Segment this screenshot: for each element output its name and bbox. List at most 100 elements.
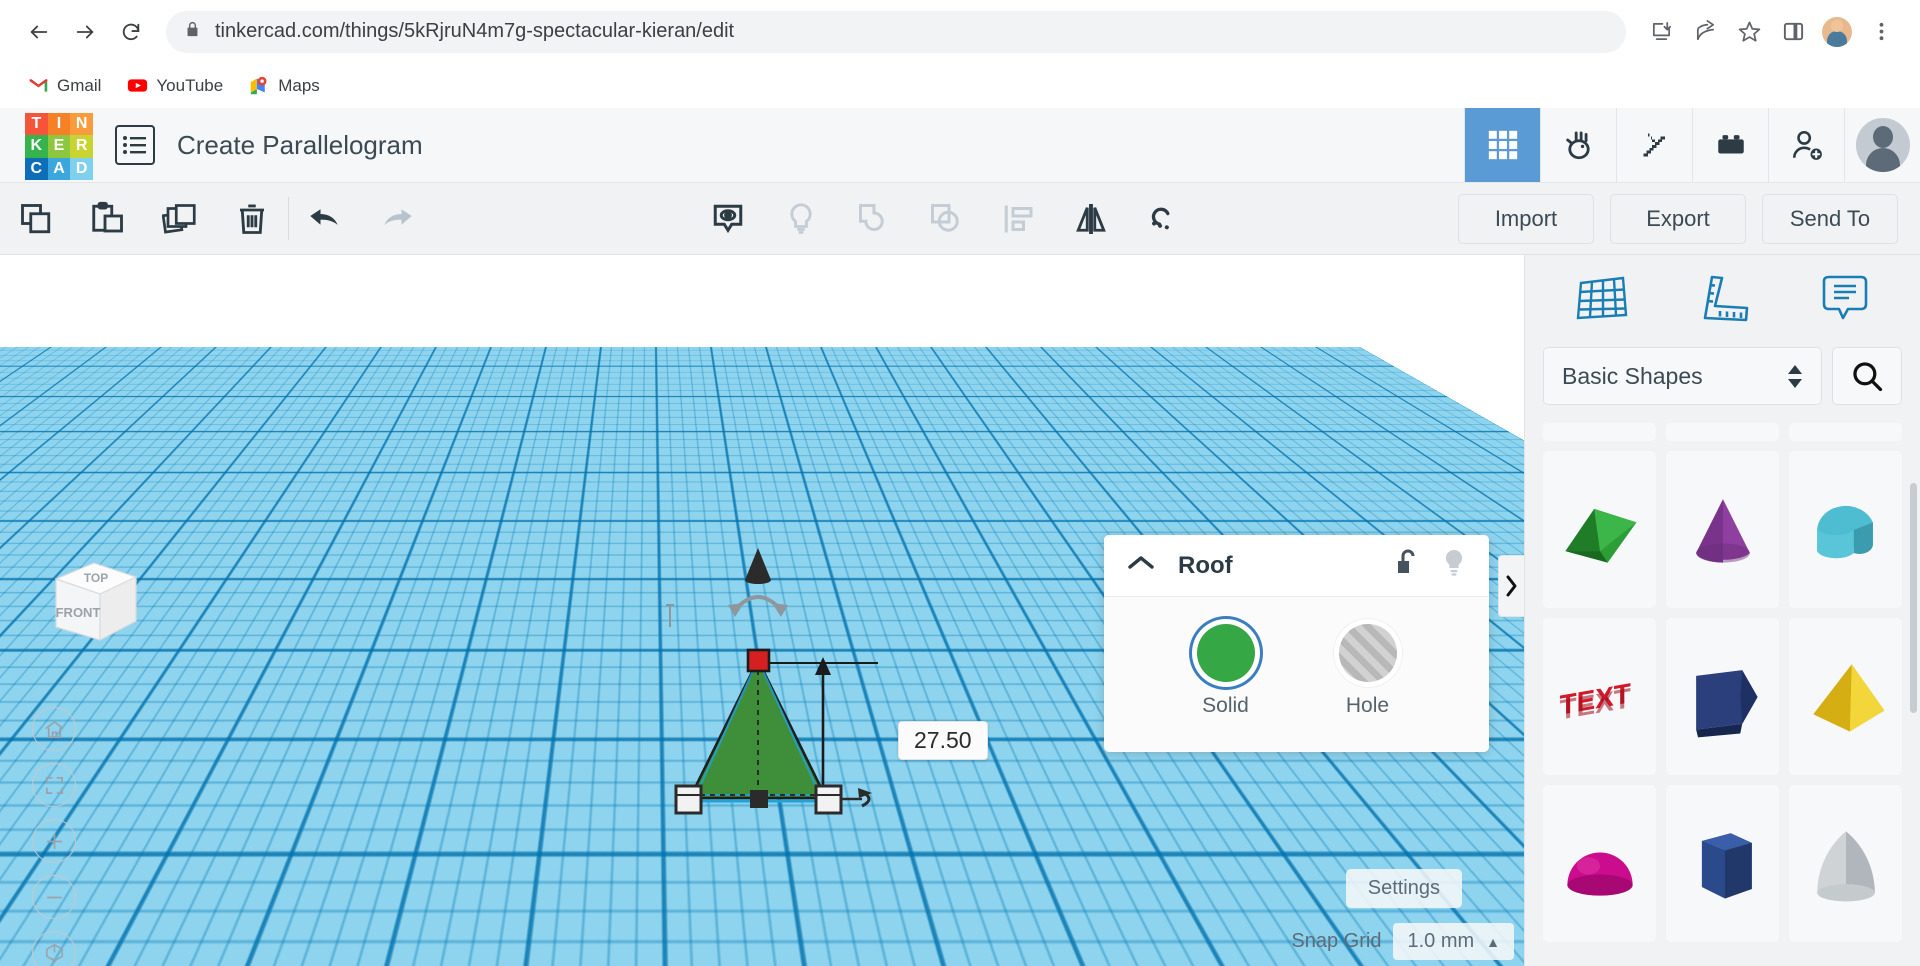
bookmark-maps[interactable]: Maps (239, 70, 330, 101)
lightbulb-note-icon (765, 183, 837, 254)
profile-avatar-icon[interactable] (1816, 11, 1858, 53)
shape-item-pyramid[interactable] (1789, 618, 1902, 775)
logo-tile-i: I (48, 113, 71, 136)
send-to-button[interactable]: Send To (1762, 194, 1898, 244)
bookmark-star-icon[interactable] (1728, 11, 1770, 53)
invite-person-icon[interactable] (1768, 108, 1844, 182)
grid-apps-icon[interactable] (1464, 108, 1540, 182)
snap-magnet-icon[interactable] (1127, 183, 1199, 254)
reload-icon[interactable] (110, 11, 152, 53)
shape-item-polygon-wedge[interactable] (1666, 618, 1779, 775)
workplane-grid-icon[interactable] (1574, 271, 1630, 332)
home-icon[interactable] (32, 707, 76, 751)
shape-item-hemisphere[interactable] (1543, 785, 1656, 942)
align-icon (983, 183, 1055, 254)
shape-item-cone[interactable] (1666, 451, 1779, 608)
snap-grid-control: Snap Grid 1.0 mm ▲ (1291, 923, 1514, 960)
minecraft-pickaxe-icon[interactable] (1616, 108, 1692, 182)
browser-nav-row: tinkercad.com/things/5kRjruN4m7g-spectac… (0, 0, 1920, 63)
panel-tool-icons (1525, 255, 1920, 347)
shape-item-hexagonal-prism[interactable] (1666, 785, 1779, 942)
viewcube-top-label: TOP (84, 571, 108, 585)
3d-viewport[interactable]: TOP FRONT (0, 255, 1524, 966)
group-icon (838, 183, 910, 254)
back-arrow-icon[interactable] (18, 11, 60, 53)
shape-item-half-cylinder[interactable] (1789, 451, 1902, 608)
viewcube-front-label: FRONT (56, 605, 101, 620)
share-icon[interactable] (1684, 11, 1726, 53)
shapes-scrollbar[interactable] (1910, 483, 1917, 713)
show-hide-eye-icon[interactable] (692, 183, 764, 254)
fit-view-icon[interactable] (32, 763, 76, 807)
app-header-right (1464, 108, 1920, 182)
shape-grid: TEXTTEXT (1525, 423, 1920, 966)
chrome-menu-icon[interactable] (1860, 11, 1902, 53)
shape-category-row: Basic Shapes (1525, 347, 1920, 423)
roof-panel-title: Roof (1178, 552, 1233, 580)
viewcube[interactable]: TOP FRONT (38, 555, 148, 650)
note-comment-icon[interactable] (1816, 271, 1872, 332)
shape-cell-partial[interactable] (1666, 423, 1779, 441)
mirror-flip-icon[interactable] (1055, 183, 1127, 254)
shape-item-text[interactable]: TEXTTEXT (1543, 618, 1656, 775)
snap-grid-dropdown[interactable]: 1.0 mm ▲ (1393, 923, 1514, 960)
url-text: tinkercad.com/things/5kRjruN4m7g-spectac… (215, 20, 734, 43)
paste-icon[interactable] (72, 183, 144, 254)
shape-cell-partial[interactable] (1543, 423, 1656, 441)
bookmark-label: Maps (278, 76, 320, 96)
tinkerplay-icon[interactable] (1540, 108, 1616, 182)
export-button[interactable]: Export (1610, 194, 1746, 244)
chevron-up-icon[interactable] (1126, 554, 1156, 577)
logo-tile-t: T (25, 113, 48, 136)
zoom-out-icon[interactable] (32, 875, 76, 919)
lightbulb-icon[interactable] (1441, 548, 1467, 583)
duplicate-icon[interactable] (144, 183, 216, 254)
perspective-toggle-icon[interactable] (32, 931, 76, 966)
list-menu-icon[interactable] (115, 125, 155, 165)
dimension-label[interactable]: 27.50 (898, 721, 988, 760)
shape-item-paraboloid[interactable] (1789, 785, 1902, 942)
search-icon[interactable] (1832, 347, 1902, 405)
logo-tile-a: A (48, 158, 71, 181)
tinkercad-logo[interactable]: T I N K E R C A D (25, 113, 93, 181)
ungroup-icon (910, 183, 982, 254)
logo-tile-e: E (48, 135, 71, 158)
avatar[interactable] (1844, 108, 1920, 182)
panel-collapse-toggle[interactable] (1498, 555, 1524, 617)
undo-icon[interactable] (289, 183, 361, 254)
roof-panel-actions (1394, 548, 1467, 583)
hole-swatch[interactable] (1339, 624, 1397, 682)
bookmark-gmail[interactable]: Gmail (18, 70, 111, 101)
copy-icon[interactable] (0, 183, 72, 254)
zoom-in-icon[interactable] (32, 819, 76, 863)
bookmark-youtube[interactable]: YouTube (117, 70, 233, 101)
redo-icon[interactable] (361, 183, 433, 254)
shape-item-roof-wedge[interactable] (1543, 451, 1656, 608)
unlock-icon[interactable] (1394, 548, 1419, 583)
roof-panel-body: Solid Hole (1104, 597, 1489, 752)
lego-brick-icon[interactable] (1692, 108, 1768, 182)
solid-option[interactable]: Solid (1197, 624, 1255, 718)
solid-swatch[interactable] (1197, 624, 1255, 682)
lock-icon (184, 19, 201, 44)
toolbar-actions: Import Export Send To (1458, 183, 1920, 254)
side-panel-icon[interactable] (1772, 11, 1814, 53)
hole-label: Hole (1346, 694, 1389, 718)
install-icon[interactable] (1640, 11, 1682, 53)
forward-arrow-icon[interactable] (64, 11, 106, 53)
shape-category-select[interactable]: Basic Shapes (1543, 347, 1822, 405)
import-button[interactable]: Import (1458, 194, 1594, 244)
ruler-icon[interactable] (1695, 271, 1751, 332)
roof-panel-header: Roof (1104, 535, 1489, 597)
settings-button[interactable]: Settings (1346, 869, 1462, 908)
shape-cell-partial[interactable] (1789, 423, 1902, 441)
bookmarks-bar: Gmail YouTube Maps (0, 63, 1920, 108)
delete-trash-icon[interactable] (216, 183, 288, 254)
address-bar[interactable]: tinkercad.com/things/5kRjruN4m7g-spectac… (166, 11, 1626, 53)
logo-tile-k: K (25, 135, 48, 158)
hole-option[interactable]: Hole (1339, 624, 1397, 718)
snap-grid-label: Snap Grid (1291, 930, 1381, 953)
app-header: T I N K E R C A D Create Parallelogram (0, 108, 1920, 183)
app-header-left: T I N K E R C A D Create Parallelogram (0, 108, 423, 182)
shape-properties-panel[interactable]: Roof Solid Hole (1104, 535, 1489, 752)
